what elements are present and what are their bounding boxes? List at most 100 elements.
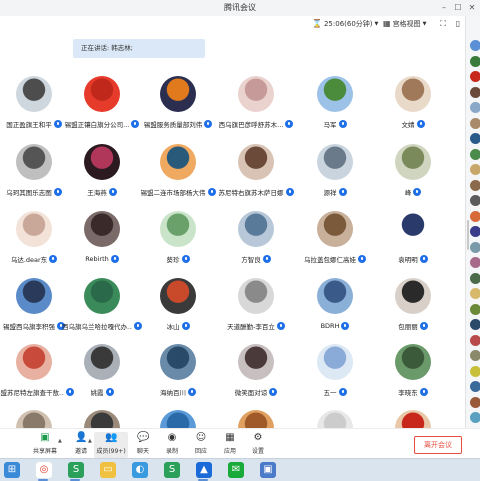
avatar bbox=[238, 278, 274, 314]
participant-name: 锡盟服务质量部刘伟 bbox=[143, 121, 203, 129]
browser-icon[interactable]: ◐ bbox=[132, 462, 148, 478]
participant-tile[interactable]: 西乌旗乌兰哈拉嘎代办... bbox=[62, 278, 142, 340]
sidebar-avatar[interactable] bbox=[470, 350, 480, 361]
invite-options-chevron-icon[interactable]: ▲ bbox=[88, 438, 92, 444]
avatar bbox=[317, 211, 353, 247]
toolbar-settings-button[interactable]: ⚙ 设置 bbox=[241, 432, 275, 458]
participant-tile[interactable]: 李晓东 bbox=[377, 344, 449, 406]
participant-name: 西乌旗乌兰哈拉嘎代办... bbox=[62, 323, 132, 331]
members-icon: 👥 bbox=[105, 432, 118, 443]
sidebar-avatar[interactable] bbox=[470, 257, 480, 268]
participant-tile[interactable]: 天道酬勤-李百立 bbox=[220, 278, 292, 340]
sidebar-avatar[interactable] bbox=[470, 195, 480, 206]
toolbar-invite-button[interactable]: 👤 邀请 bbox=[64, 432, 98, 458]
sidebar-avatar[interactable] bbox=[470, 319, 480, 330]
meeting-toolbar: ▣ 共享屏幕 👤 邀请 👥 成员(99+) 💬 聊天 ◉ 录制 ☺ 回应 ▦ 应用 ⚙ 设置 ▲ ▲ bbox=[0, 428, 480, 459]
participant-tile[interactable]: 乌拉盖包娜仁高娃 bbox=[299, 211, 371, 273]
sidebar-avatar[interactable] bbox=[470, 179, 480, 191]
sidebar-avatar[interactable] bbox=[470, 86, 480, 98]
fullscreen-icon[interactable]: ⛶ bbox=[437, 18, 449, 30]
participant-name-row: 姚霞 bbox=[60, 387, 144, 397]
sidebar-avatar[interactable] bbox=[470, 334, 480, 346]
sidebar-avatar[interactable] bbox=[470, 396, 480, 408]
participant-tile[interactable] bbox=[377, 410, 449, 428]
sidebar-avatar[interactable] bbox=[470, 148, 480, 160]
participant-name: 锡盟正镶白旗分公司... bbox=[64, 121, 130, 129]
participant-name: 冰山 bbox=[166, 323, 180, 331]
meeting-timer[interactable]: ⌛ 25:06(60分钟) ▼ bbox=[312, 18, 378, 30]
sidebar-avatar[interactable] bbox=[470, 241, 480, 253]
sidebar-avatar[interactable] bbox=[470, 210, 480, 222]
participant-tile[interactable]: 五一 bbox=[299, 344, 371, 406]
participant-name-row: 文婧 bbox=[371, 119, 455, 129]
participant-tile[interactable]: 微笑面对谅 bbox=[220, 344, 292, 406]
participant-tile[interactable] bbox=[142, 410, 214, 428]
scrollbar[interactable] bbox=[467, 220, 469, 250]
avatar bbox=[16, 410, 52, 428]
sidebar-avatar[interactable] bbox=[470, 412, 480, 423]
participant-tile[interactable] bbox=[66, 410, 138, 428]
participant-tile[interactable] bbox=[299, 410, 371, 428]
participant-tile[interactable]: 袁明明 bbox=[377, 211, 449, 273]
participant-tile[interactable] bbox=[220, 410, 292, 428]
leave-meeting-button[interactable]: 离开会议 bbox=[414, 436, 462, 454]
participant-tile[interactable]: 锡盟二连市场部杨大伟 bbox=[141, 144, 216, 206]
app-icon[interactable]: ▣ bbox=[260, 462, 276, 478]
sidebar-avatar[interactable] bbox=[470, 40, 480, 51]
sidebar-avatar[interactable] bbox=[470, 164, 480, 175]
participant-tile[interactable]: 方智良 bbox=[220, 211, 292, 273]
wps-icon[interactable]: S bbox=[68, 462, 84, 478]
avatar bbox=[16, 344, 52, 380]
participant-tile[interactable]: 苏尼特右旗苏木萨日娜 bbox=[219, 144, 294, 206]
mic-icon bbox=[416, 120, 425, 128]
start-icon[interactable]: ⊞ bbox=[4, 462, 20, 478]
sidebar-avatar[interactable] bbox=[470, 272, 480, 284]
participant-tile[interactable]: 马军 bbox=[299, 76, 371, 138]
participant-tile[interactable]: 文婧 bbox=[377, 76, 449, 138]
sidebar-avatar[interactable] bbox=[470, 288, 480, 299]
participant-tile[interactable]: BDRH bbox=[299, 278, 371, 340]
sidebar-avatar[interactable] bbox=[470, 303, 480, 315]
participant-tile[interactable]: 海纳百川 bbox=[142, 344, 214, 406]
explorer-icon[interactable]: ▭ bbox=[100, 462, 116, 478]
close-icon[interactable]: ✕ bbox=[466, 2, 478, 14]
sidebar-avatar[interactable] bbox=[470, 71, 480, 82]
participant-name-row: 李晓东 bbox=[371, 387, 455, 397]
participant-tile[interactable]: Rebirth bbox=[66, 211, 138, 273]
participant-name-row: 微笑面对谅 bbox=[214, 387, 298, 397]
participant-tile[interactable]: 王海燕 bbox=[66, 144, 138, 206]
view-mode-button[interactable]: ▦ 宫格视图 ▼ bbox=[383, 18, 426, 30]
participant-tile[interactable]: 西乌旗巴彦呼舒苏木... bbox=[219, 76, 294, 138]
participant-tile[interactable]: 包丽丽 bbox=[377, 278, 449, 340]
minimize-icon[interactable]: – bbox=[438, 2, 450, 14]
toolbar-members-button[interactable]: 👥 成员(99+) bbox=[94, 432, 128, 458]
sidebar-toggle-icon[interactable]: ▯ bbox=[452, 18, 464, 30]
maximize-icon[interactable]: ☐ bbox=[452, 2, 464, 14]
sidebar-avatar[interactable] bbox=[470, 102, 480, 113]
mic-icon bbox=[338, 188, 347, 196]
share-options-chevron-icon[interactable]: ▲ bbox=[58, 438, 62, 444]
mic-icon bbox=[105, 388, 114, 396]
sidebar-avatar[interactable] bbox=[470, 381, 480, 392]
participant-tile[interactable] bbox=[0, 410, 70, 428]
participant-name-row: 锡盟服务质量部刘伟 bbox=[136, 119, 220, 129]
tencent-meeting-icon[interactable]: ▲ bbox=[196, 462, 212, 478]
sidebar-avatar[interactable] bbox=[470, 365, 480, 377]
toolbar-share-screen-button[interactable]: ▣ 共享屏幕 bbox=[28, 432, 62, 458]
sidebar-avatar[interactable] bbox=[470, 133, 480, 144]
participant-tile[interactable]: 葵珍 bbox=[142, 211, 214, 273]
participant-tile[interactable]: 源祥 bbox=[299, 144, 371, 206]
participant-tile[interactable]: 峰 bbox=[377, 144, 449, 206]
wps-writer-icon[interactable]: S bbox=[164, 462, 180, 478]
participant-tile[interactable]: 冰山 bbox=[142, 278, 214, 340]
share-screen-icon: ▣ bbox=[40, 432, 50, 443]
participant-name-row: 葵珍 bbox=[136, 254, 220, 264]
sidebar-avatar[interactable] bbox=[470, 55, 480, 67]
sidebar-avatar[interactable] bbox=[470, 117, 480, 129]
wechat-icon[interactable]: ✉ bbox=[228, 462, 244, 478]
sidebar-avatar[interactable] bbox=[470, 226, 480, 237]
chrome-icon[interactable]: ◎ bbox=[36, 462, 52, 478]
participant-tile[interactable]: 锡盟服务质量部刘伟 bbox=[142, 76, 214, 138]
participant-tile[interactable]: 姚霞 bbox=[66, 344, 138, 406]
participant-tile[interactable]: 锡盟正镶白旗分公司... bbox=[64, 76, 140, 138]
